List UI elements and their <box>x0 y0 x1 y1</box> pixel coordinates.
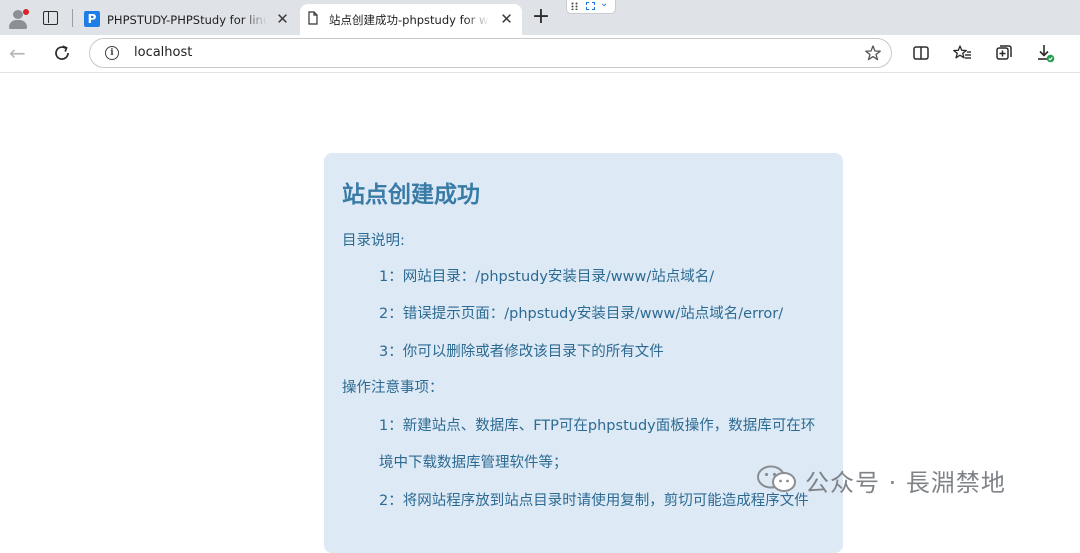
directory-item-2: 2：错误提示页面：/phpstudy安装目录/www/站点域名/error/ <box>379 306 784 322</box>
directory-item-1: 1：网站目录：/phpstudy安装目录/www/站点域名/ <box>379 269 715 285</box>
favorite-star-icon[interactable] <box>864 44 882 62</box>
chevron-down-icon[interactable]: ⌄ <box>600 0 608 9</box>
address-url[interactable]: localhost <box>134 45 192 60</box>
tab-phpstudy-linux[interactable]: P PHPSTUDY-PHPStudy for linux面板 ✕ <box>78 4 298 35</box>
wechat-icon <box>757 465 796 492</box>
new-tab-button[interactable]: + <box>531 6 551 28</box>
note-item-1: 1：新建站点、数据库、FTP可在phpstudy面板操作，数据库可在环 <box>379 418 816 434</box>
collections-icon[interactable] <box>994 43 1014 63</box>
close-icon[interactable]: ✕ <box>499 12 514 27</box>
tab-actions-icon[interactable] <box>40 8 60 28</box>
directory-heading: 目录说明: <box>342 233 405 249</box>
downloads-icon[interactable] <box>1035 43 1055 63</box>
profile-avatar-icon[interactable] <box>4 5 32 31</box>
directory-item-3: 3：你可以删除或者修改该目录下的所有文件 <box>379 344 664 360</box>
drag-handle-icon[interactable] <box>571 2 579 10</box>
close-icon[interactable]: ✕ <box>275 12 290 27</box>
tab-strip: P PHPSTUDY-PHPStudy for linux面板 ✕ 站点创建成功… <box>0 0 1080 35</box>
tab-title: 站点创建成功-phpstudy for windows <box>329 13 489 27</box>
note-item-1-continued: 境中下载数据库管理软件等； <box>379 455 568 471</box>
tab-separator <box>72 9 73 27</box>
document-icon <box>308 11 318 25</box>
phpstudy-p-icon: P <box>84 11 100 27</box>
page-title: 站点创建成功 <box>342 182 480 208</box>
favorites-icon[interactable] <box>952 43 972 63</box>
notification-dot <box>23 9 29 15</box>
note-item-2: 2：将网站程序放到站点目录时请使用复制，剪切可能造成程序文件 <box>379 493 809 509</box>
floating-capture-bar[interactable]: ⌄ <box>566 0 616 14</box>
expand-icon[interactable] <box>586 2 595 10</box>
address-bar[interactable]: i localhost <box>89 38 892 68</box>
notes-heading: 操作注意事项： <box>342 380 444 396</box>
tab-site-created[interactable]: 站点创建成功-phpstudy for windows ✕ <box>300 4 522 35</box>
back-button[interactable]: ← <box>9 42 31 64</box>
watermark-text: 公众号 · 長淵禁地 <box>805 469 1006 497</box>
site-info-icon[interactable]: i <box>105 46 119 60</box>
page-viewport: 站点创建成功 目录说明: 1：网站目录：/phpstudy安装目录/www/站点… <box>0 73 1080 553</box>
browser-toolbar: ← i localhost <box>0 35 1080 73</box>
refresh-icon[interactable] <box>51 42 73 64</box>
split-screen-icon[interactable] <box>911 43 931 63</box>
tab-title: PHPSTUDY-PHPStudy for linux面板 <box>107 13 267 27</box>
